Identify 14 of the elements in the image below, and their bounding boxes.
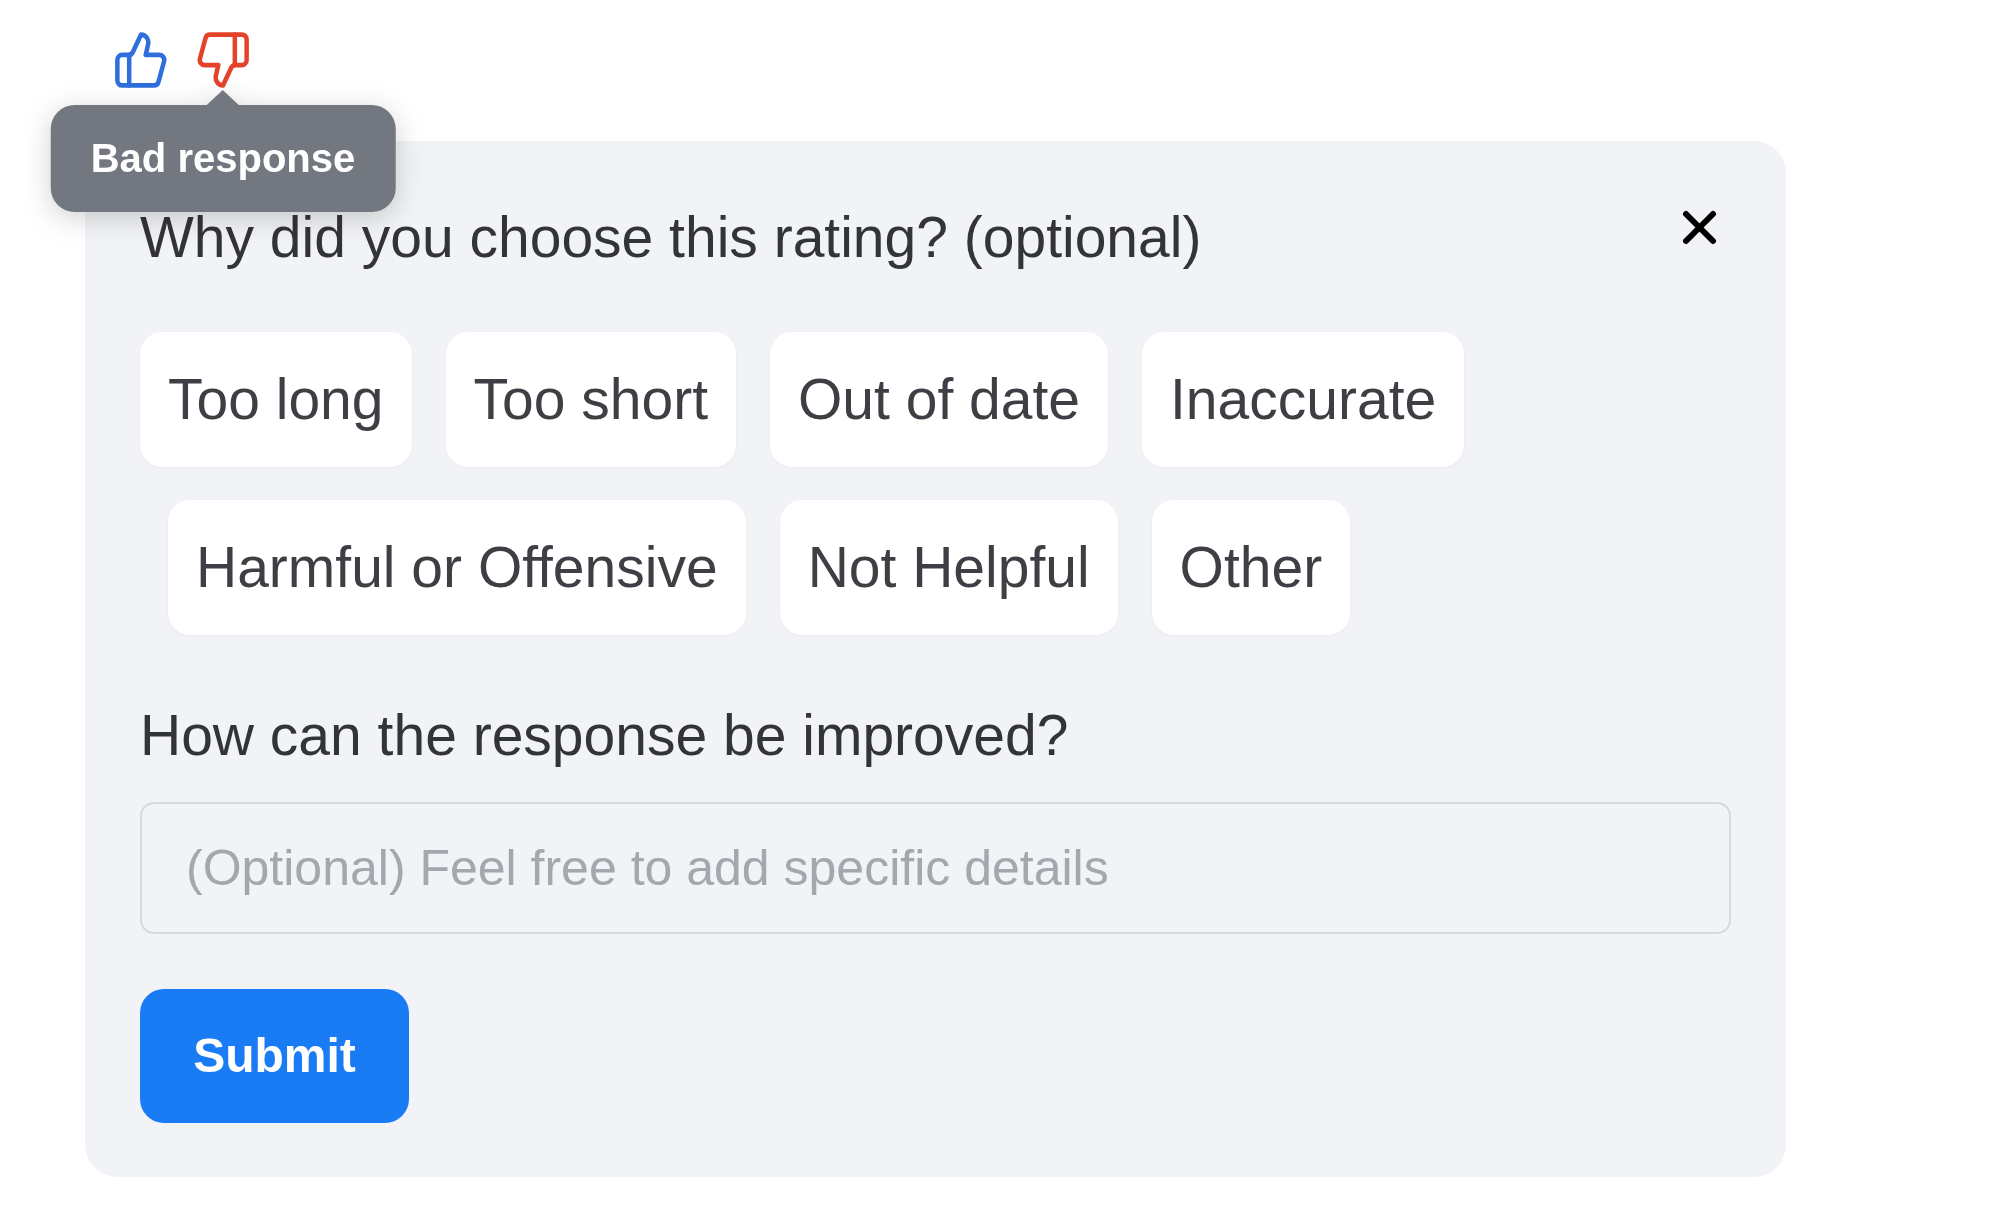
thumbs-down-icon[interactable] — [197, 32, 249, 88]
reason-chip[interactable]: Too short — [445, 332, 736, 467]
reason-chip[interactable]: Other — [1151, 500, 1351, 635]
close-icon[interactable] — [1682, 210, 1717, 245]
reason-chip[interactable]: Inaccurate — [1142, 332, 1465, 467]
reason-chip[interactable]: Out of date — [770, 332, 1108, 467]
thumbs-up-icon[interactable] — [115, 32, 167, 88]
details-input[interactable]: (Optional) Feel free to add specific details — [140, 802, 1731, 934]
reason-chip[interactable]: Too long — [140, 332, 412, 467]
reason-chip[interactable]: Not Helpful — [779, 500, 1118, 635]
submit-button[interactable]: Submit — [140, 989, 409, 1123]
reason-chip[interactable]: Harmful or Offensive — [168, 500, 746, 635]
details-label: How can the response be improved? — [140, 703, 1069, 768]
tooltip: Bad response — [50, 90, 396, 212]
